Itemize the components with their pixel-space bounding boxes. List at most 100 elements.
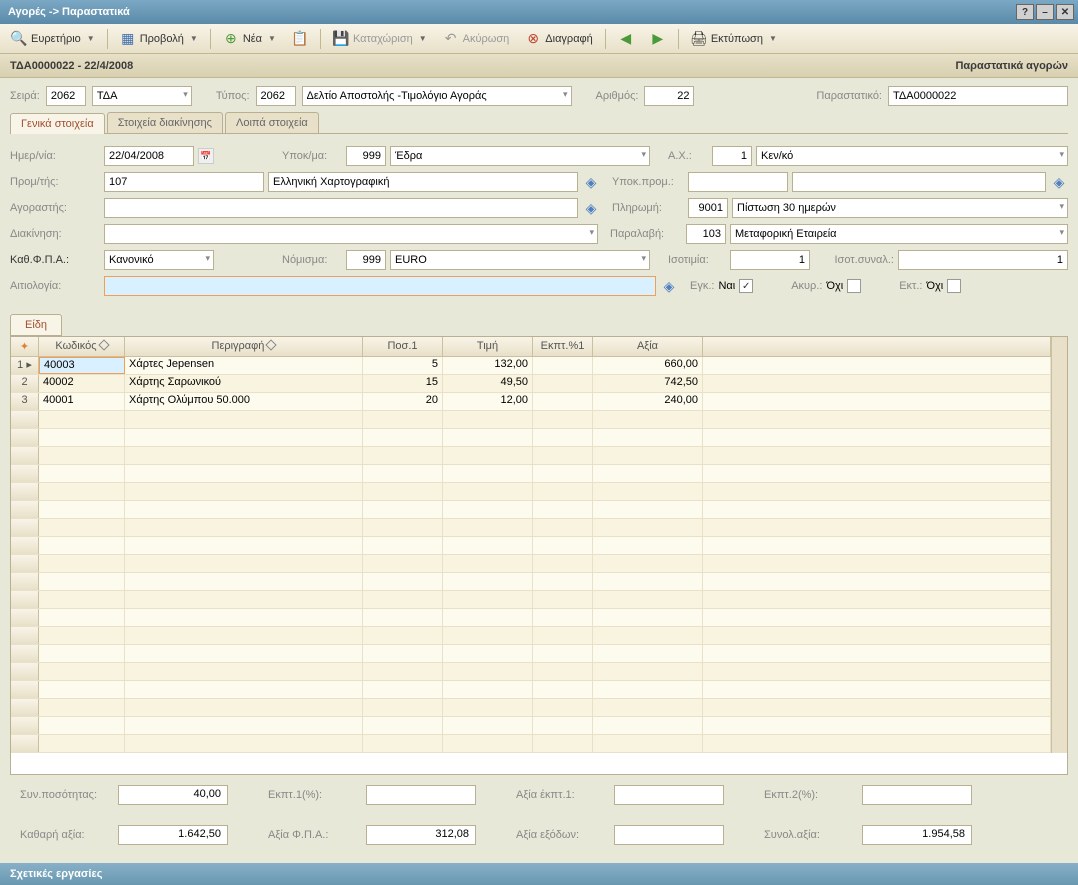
tab-items[interactable]: Είδη xyxy=(10,314,62,336)
printed-checkbox[interactable] xyxy=(947,279,961,293)
approved-checkbox[interactable]: ✓ xyxy=(739,279,753,293)
cell-price[interactable]: 49,50 xyxy=(443,375,533,392)
col-value[interactable]: Αξία xyxy=(593,337,703,356)
cell-desc[interactable]: Χάρτες Jepensen xyxy=(125,357,363,374)
help-button[interactable]: ? xyxy=(1016,4,1034,20)
currency-code-input[interactable] xyxy=(346,250,386,270)
date-input[interactable] xyxy=(104,146,194,166)
receipt-code-input[interactable] xyxy=(686,224,726,244)
payment-code-input[interactable] xyxy=(688,198,728,218)
movement-input[interactable] xyxy=(104,224,598,244)
table-row[interactable] xyxy=(11,411,1051,429)
vertical-scrollbar[interactable] xyxy=(1051,337,1067,753)
cell-price[interactable]: 12,00 xyxy=(443,393,533,410)
disc1-value[interactable] xyxy=(366,785,476,805)
cell-value[interactable]: 660,00 xyxy=(593,357,703,374)
clear-icon[interactable]: ◈ xyxy=(1050,173,1068,191)
cell-code[interactable]: 40003 xyxy=(39,357,125,374)
print-button[interactable]: 🖨 Εκτύπωση ▼ xyxy=(684,27,784,51)
cancel-button[interactable]: ↶ Ακύρωση xyxy=(436,27,517,51)
view-button[interactable]: ▦ Προβολή ▼ xyxy=(113,27,205,51)
cell-disc[interactable] xyxy=(533,357,593,374)
series-name-input[interactable] xyxy=(92,86,192,106)
supplier-code-input[interactable] xyxy=(104,172,264,192)
table-row[interactable] xyxy=(11,699,1051,717)
cell-qty[interactable]: 20 xyxy=(363,393,443,410)
table-row[interactable] xyxy=(11,591,1051,609)
table-row[interactable] xyxy=(11,429,1051,447)
cell-qty[interactable]: 5 xyxy=(363,357,443,374)
tab-general[interactable]: Γενικά στοιχεία xyxy=(10,113,105,134)
col-qty[interactable]: Ποσ.1 xyxy=(363,337,443,356)
branch-name-input[interactable] xyxy=(390,146,650,166)
table-row[interactable] xyxy=(11,681,1051,699)
table-row[interactable] xyxy=(11,501,1051,519)
prev-button[interactable]: ◀ xyxy=(611,27,641,51)
cell-price[interactable]: 132,00 xyxy=(443,357,533,374)
new-button[interactable]: ⊕ Νέα ▼ xyxy=(216,27,283,51)
clear-icon[interactable]: ◈ xyxy=(660,277,678,295)
cell-desc[interactable]: Χάρτης Σαρωνικού xyxy=(125,375,363,392)
table-row[interactable] xyxy=(11,735,1051,753)
col-price[interactable]: Τιμή xyxy=(443,337,533,356)
table-row[interactable] xyxy=(11,627,1051,645)
rate2-input[interactable] xyxy=(898,250,1068,270)
table-row[interactable] xyxy=(11,465,1051,483)
table-row[interactable] xyxy=(11,537,1051,555)
disc2-value[interactable] xyxy=(862,785,972,805)
table-row[interactable]: 240002Χάρτης Σαρωνικού1549,50742,50 xyxy=(11,375,1051,393)
delete-button[interactable]: ⊗ Διαγραφή xyxy=(518,27,600,51)
table-row[interactable] xyxy=(11,645,1051,663)
series-code-input[interactable] xyxy=(46,86,86,106)
table-row[interactable]: 1 ▸40003Χάρτες Jepensen5132,00660,00 xyxy=(11,357,1051,375)
index-button[interactable]: 🔍 Ευρετήριο ▼ xyxy=(4,27,102,51)
ax-name-input[interactable] xyxy=(756,146,1068,166)
ax-code-input[interactable] xyxy=(712,146,752,166)
cell-disc[interactable] xyxy=(533,393,593,410)
table-row[interactable] xyxy=(11,555,1051,573)
table-row[interactable] xyxy=(11,573,1051,591)
subbranch-name-input[interactable] xyxy=(792,172,1046,192)
number-input[interactable] xyxy=(644,86,694,106)
footer-bar[interactable]: Σχετικές εργασίες xyxy=(0,863,1078,885)
cell-value[interactable]: 240,00 xyxy=(593,393,703,410)
payment-name-input[interactable] xyxy=(732,198,1068,218)
cell-qty[interactable]: 15 xyxy=(363,375,443,392)
table-row[interactable] xyxy=(11,483,1051,501)
cell-value[interactable]: 742,50 xyxy=(593,375,703,392)
tab-other[interactable]: Λοιπά στοιχεία xyxy=(225,112,319,133)
save-button[interactable]: 💾 Καταχώριση ▼ xyxy=(326,27,434,51)
branch-code-input[interactable] xyxy=(346,146,386,166)
next-button[interactable]: ▶ xyxy=(643,27,673,51)
receipt-name-input[interactable] xyxy=(730,224,1068,244)
col-disc[interactable]: Εκπτ.%1 xyxy=(533,337,593,356)
table-row[interactable] xyxy=(11,519,1051,537)
document-input[interactable] xyxy=(888,86,1068,106)
vat-input[interactable] xyxy=(104,250,214,270)
canceled-checkbox[interactable] xyxy=(847,279,861,293)
table-row[interactable] xyxy=(11,663,1051,681)
rate-input[interactable] xyxy=(730,250,810,270)
col-desc[interactable]: Περιγραφή xyxy=(125,337,363,356)
type-name-input[interactable] xyxy=(302,86,572,106)
col-code[interactable]: Κωδικός xyxy=(39,337,125,356)
table-row[interactable] xyxy=(11,609,1051,627)
currency-name-input[interactable] xyxy=(390,250,650,270)
grid-body[interactable]: 1 ▸40003Χάρτες Jepensen5132,00660,002400… xyxy=(11,357,1051,753)
minimize-button[interactable]: – xyxy=(1036,4,1054,20)
table-row[interactable] xyxy=(11,447,1051,465)
reason-input[interactable] xyxy=(104,276,656,296)
grid-corner[interactable]: ✦ xyxy=(11,337,39,356)
clear-icon[interactable]: ◈ xyxy=(582,199,600,217)
type-code-input[interactable] xyxy=(256,86,296,106)
cell-disc[interactable] xyxy=(533,375,593,392)
buyer-input[interactable] xyxy=(104,198,578,218)
close-button[interactable]: ✕ xyxy=(1056,4,1074,20)
supplier-name-input[interactable] xyxy=(268,172,578,192)
subbranch-code-input[interactable] xyxy=(688,172,788,192)
cell-desc[interactable]: Χάρτης Ολύμπου 50.000 xyxy=(125,393,363,410)
clear-icon[interactable]: ◈ xyxy=(582,173,600,191)
table-row[interactable]: 340001Χάρτης Ολύμπου 50.0002012,00240,00 xyxy=(11,393,1051,411)
tab-movement[interactable]: Στοιχεία διακίνησης xyxy=(107,112,223,133)
cell-code[interactable]: 40001 xyxy=(39,393,125,410)
